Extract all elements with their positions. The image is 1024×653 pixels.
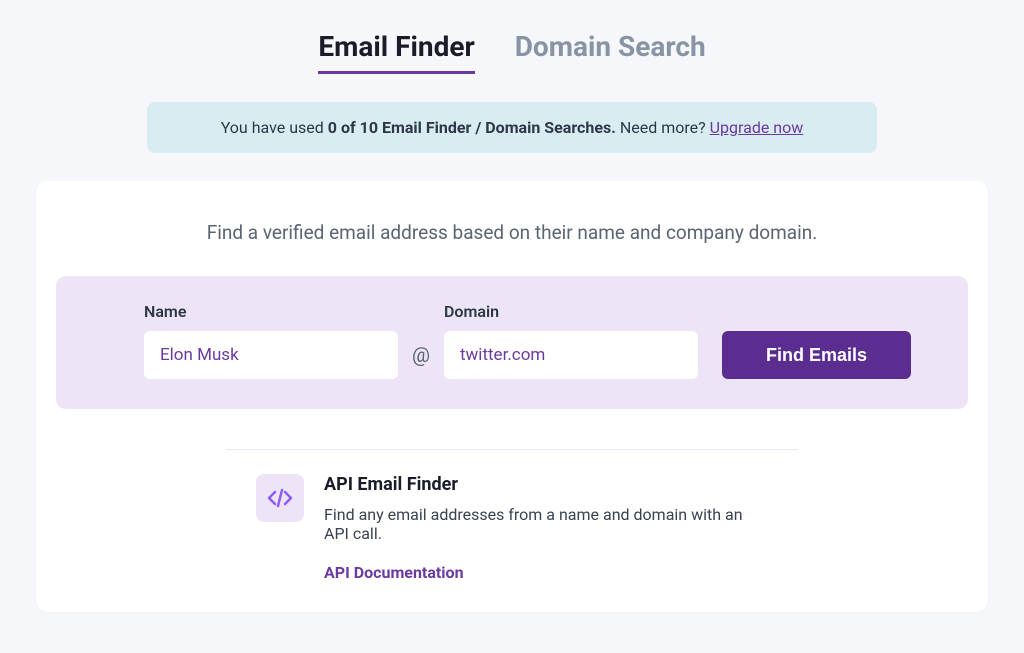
search-form-panel: Name @ Domain Find Emails (56, 276, 968, 409)
name-field-group: Name (144, 302, 398, 379)
api-description: Find any email addresses from a name and… (324, 505, 768, 543)
at-symbol: @ (412, 331, 430, 379)
tabs: Email Finder Domain Search (36, 30, 988, 74)
banner-suffix: Need more? (616, 118, 710, 137)
upgrade-link[interactable]: Upgrade now (710, 118, 804, 137)
domain-label: Domain (444, 302, 698, 321)
banner-usage-count: 0 of 10 Email Finder / Domain Searches. (328, 118, 616, 137)
api-title: API Email Finder (324, 474, 768, 495)
domain-input[interactable] (444, 331, 698, 379)
domain-field-group: Domain (444, 302, 698, 379)
code-icon (256, 474, 304, 522)
find-emails-button[interactable]: Find Emails (722, 331, 911, 379)
usage-banner: You have used 0 of 10 Email Finder / Dom… (147, 102, 877, 153)
card-subtitle: Find a verified email address based on t… (56, 221, 968, 244)
api-section: API Email Finder Find any email addresse… (56, 474, 968, 582)
name-label: Name (144, 302, 398, 321)
tab-email-finder[interactable]: Email Finder (318, 30, 474, 74)
banner-prefix: You have used (221, 118, 328, 137)
api-documentation-link[interactable]: API Documentation (324, 563, 768, 582)
main-card: Find a verified email address based on t… (36, 181, 988, 612)
name-input[interactable] (144, 331, 398, 379)
form-row: Name @ Domain Find Emails (144, 302, 880, 379)
tab-domain-search[interactable]: Domain Search (515, 30, 706, 74)
api-content: API Email Finder Find any email addresse… (324, 474, 768, 582)
divider (226, 449, 798, 450)
